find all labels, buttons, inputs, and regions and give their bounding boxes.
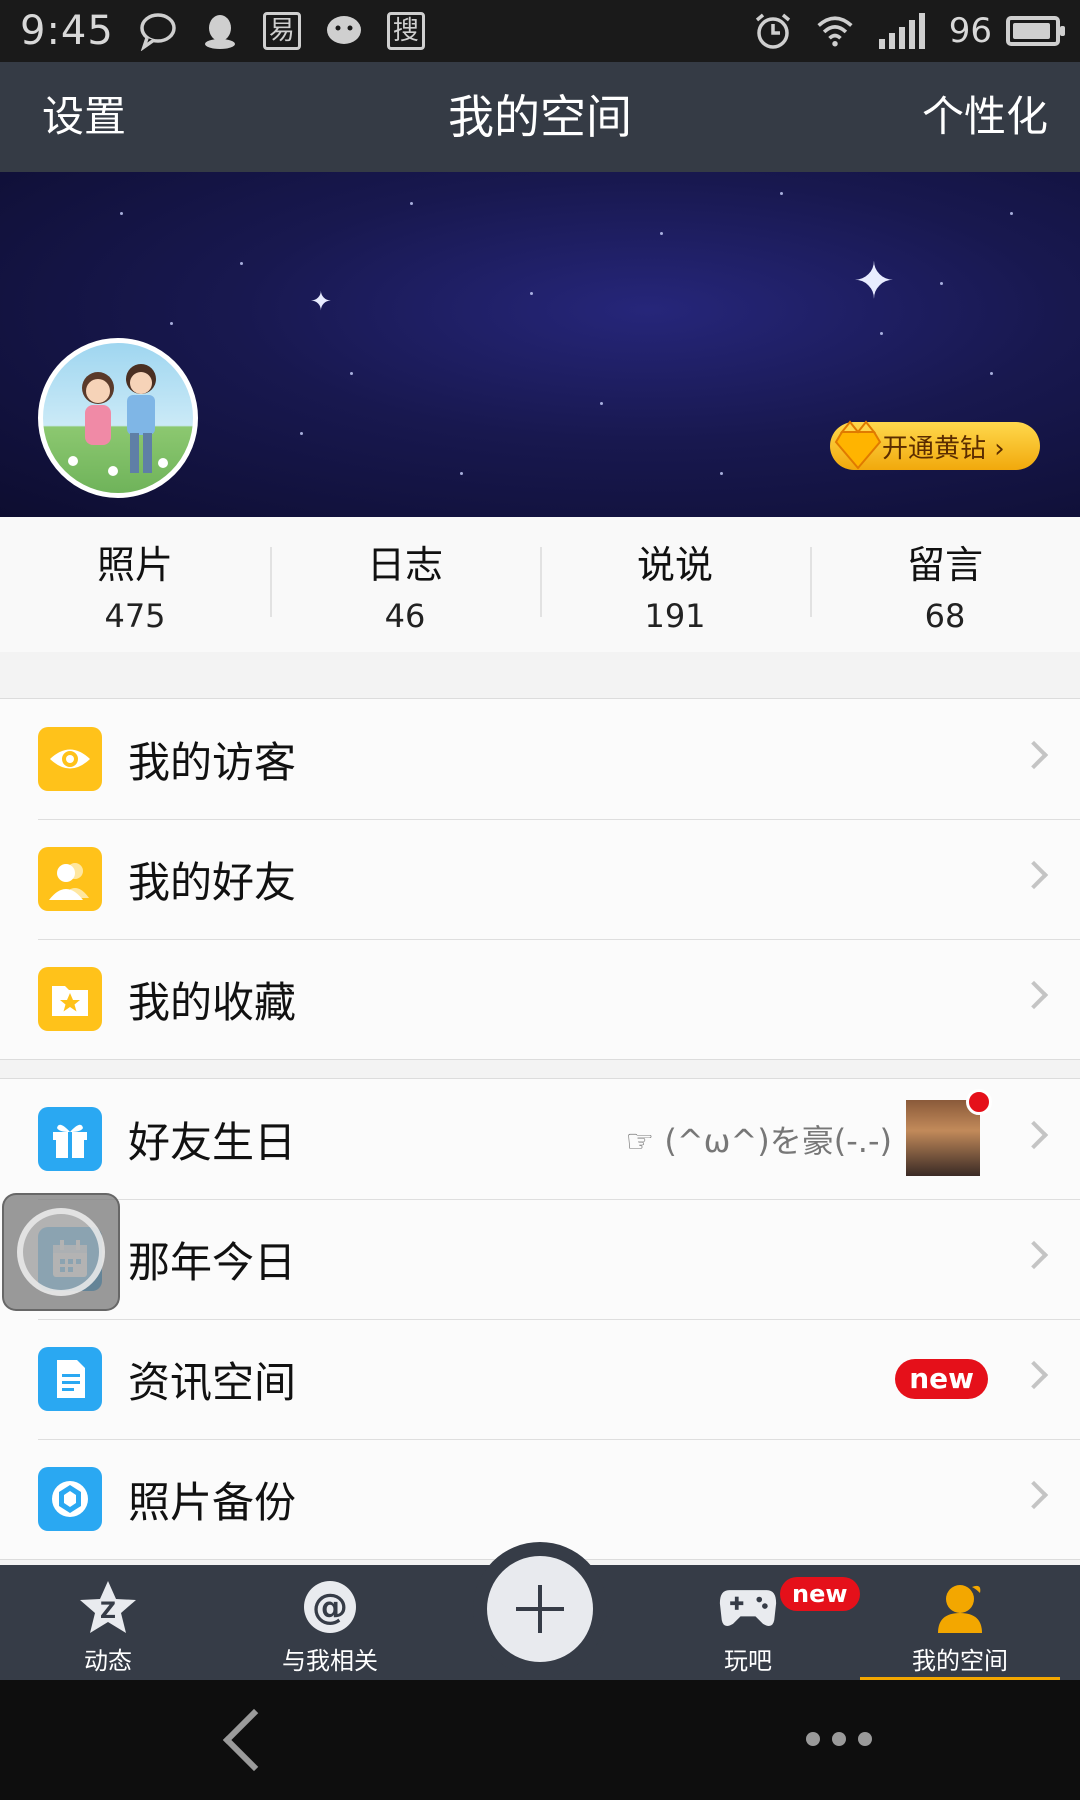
avatar[interactable]: [38, 338, 198, 498]
menu-item-label: 资讯空间: [128, 1357, 297, 1407]
sogou-icon: 搜: [386, 11, 426, 51]
menu-item-visitors[interactable]: 我的访客: [0, 699, 1080, 819]
stat-value: 46: [384, 597, 426, 635]
sparkle-icon: ✦: [310, 287, 332, 317]
menu-item-photo-backup[interactable]: 照片备份: [0, 1439, 1080, 1559]
stat-moments[interactable]: 说说 191: [540, 517, 810, 652]
alarm-icon: [753, 11, 793, 51]
stat-label: 照片: [96, 543, 173, 587]
page-title: 我的空间: [448, 90, 632, 144]
chevron-right-icon: [1019, 860, 1049, 890]
chevron-right-icon: [1019, 1360, 1049, 1390]
document-icon: [38, 1347, 102, 1411]
menu-item-friends[interactable]: 我的好友: [0, 819, 1080, 939]
tab-new-badge: new: [780, 1577, 860, 1611]
menu-item-news-space[interactable]: 资讯空间 new: [0, 1319, 1080, 1439]
signal-icon: [877, 11, 927, 51]
friends-icon: [38, 847, 102, 911]
tab-label: 玩吧: [724, 1647, 772, 1675]
menu-item-label: 那年今日: [128, 1237, 297, 1287]
chevron-right-icon: [1019, 1120, 1049, 1150]
profile-cover[interactable]: ✦ ✦ 开通黄钻 ›: [0, 172, 1080, 517]
tab-my-space[interactable]: 我的空间: [860, 1565, 1060, 1680]
vip-button-label: 开通黄钻 ›: [882, 433, 1005, 464]
diamond-icon: [834, 420, 882, 470]
menu-item-on-this-day[interactable]: 那年今日: [0, 1199, 1080, 1319]
plus-icon: [516, 1585, 564, 1633]
back-icon[interactable]: [222, 1708, 286, 1772]
new-badge: new: [895, 1359, 988, 1399]
top-nav-bar: 设置 我的空间 个性化: [0, 62, 1080, 172]
menu-item-label: 照片备份: [128, 1477, 297, 1527]
chevron-right-icon: [1019, 980, 1049, 1010]
assistive-ring-icon: [17, 1208, 105, 1296]
menu-item-label: 我的收藏: [128, 977, 297, 1027]
gift-icon: [38, 1107, 102, 1171]
system-navigation-bar: [0, 1680, 1080, 1800]
message-icon: [138, 11, 178, 51]
chevron-right-icon: [1019, 1480, 1049, 1510]
stat-label: 留言: [906, 543, 983, 587]
wifi-icon: [815, 11, 855, 51]
gamepad-icon: [718, 1577, 778, 1637]
menu-item-label: 我的好友: [128, 857, 297, 907]
stat-photos[interactable]: 照片 475: [0, 517, 270, 652]
eye-icon: [38, 727, 102, 791]
stat-value: 68: [924, 597, 966, 635]
stat-label: 说说: [636, 543, 713, 587]
favorites-star-icon: [38, 967, 102, 1031]
personalize-button[interactable]: 个性化: [922, 62, 1048, 172]
stat-blogs[interactable]: 日志 46: [270, 517, 540, 652]
tab-related-to-me[interactable]: @ 与我相关: [230, 1565, 430, 1680]
profile-icon: [930, 1577, 990, 1637]
tab-feed[interactable]: Z 动态: [8, 1565, 208, 1680]
qq-icon: [200, 11, 240, 51]
status-time: 9:45: [20, 8, 114, 54]
stat-value: 191: [644, 597, 706, 635]
tab-label: 动态: [84, 1647, 132, 1675]
feed-star-icon: Z: [78, 1577, 138, 1637]
tab-label: 与我相关: [282, 1647, 378, 1675]
menu-item-favorites[interactable]: 我的收藏: [0, 939, 1080, 1059]
stats-bar: 照片 475 日志 46 说说 191 留言 68: [0, 517, 1080, 652]
stat-messages[interactable]: 留言 68: [810, 517, 1080, 652]
battery-icon: [1006, 16, 1065, 46]
at-icon: @: [300, 1577, 360, 1637]
menu-item-friend-birthdays[interactable]: 好友生日 ☞ (^ω^)を豪(-.-): [0, 1079, 1080, 1199]
friend-avatar-thumbnail: [906, 1100, 980, 1176]
chevron-right-icon: [1019, 740, 1049, 770]
notification-dot: [966, 1089, 992, 1115]
photo-backup-icon: [38, 1467, 102, 1531]
status-bar: 9:45 易 搜 96: [0, 0, 1080, 62]
tab-label: 我的空间: [912, 1647, 1008, 1675]
stat-label: 日志: [366, 543, 443, 587]
svg-text:Z: Z: [100, 1599, 116, 1624]
compose-plus-button[interactable]: [487, 1556, 593, 1662]
menu-item-label: 好友生日: [128, 1117, 297, 1167]
more-icon[interactable]: [806, 1732, 872, 1746]
menu-group-2: 好友生日 ☞ (^ω^)を豪(-.-) 那年今日 资讯空间 new 照片备份: [0, 1078, 1080, 1560]
battery-level: 96: [948, 11, 992, 51]
stat-value: 475: [104, 597, 166, 635]
wechat-icon: [324, 11, 364, 51]
sparkle-icon: ✦: [853, 252, 895, 310]
app-icon: 易: [262, 11, 302, 51]
svg-text:@: @: [312, 1587, 348, 1628]
floating-assistive-button[interactable]: [2, 1193, 120, 1311]
open-yellow-diamond-button[interactable]: 开通黄钻 ›: [830, 420, 1040, 470]
chevron-right-icon: [1019, 1240, 1049, 1270]
menu-group-1: 我的访客 我的好友 我的收藏: [0, 698, 1080, 1060]
menu-item-label: 我的访客: [128, 737, 297, 787]
birthday-status-text: ☞ (^ω^)を豪(-.-): [625, 1122, 893, 1160]
